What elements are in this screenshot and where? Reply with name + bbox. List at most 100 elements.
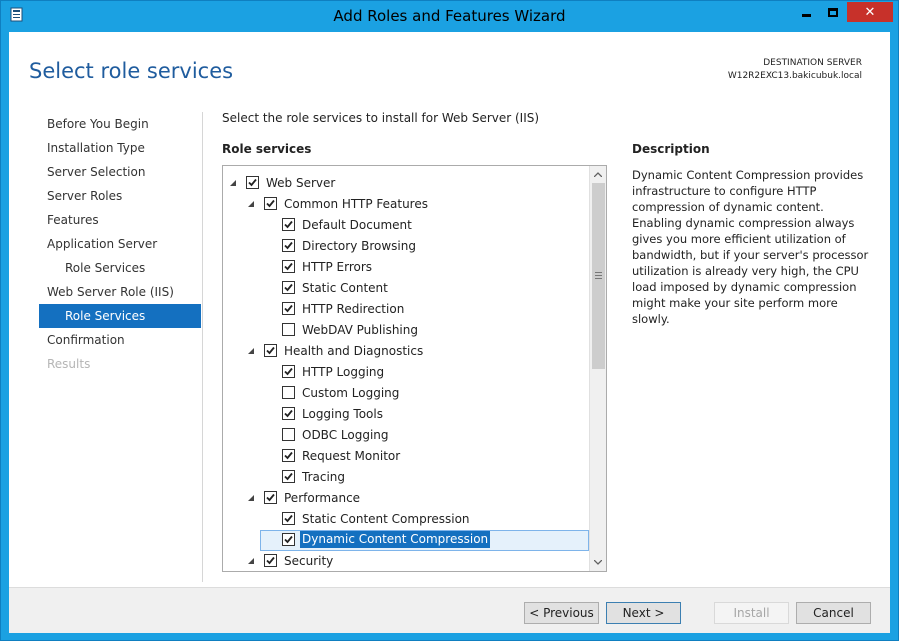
expand-toggle-icon[interactable]	[247, 494, 255, 502]
checkmark-icon	[284, 535, 293, 544]
tree-row[interactable]: WebDAV Publishing	[223, 320, 589, 341]
checkmark-icon	[266, 199, 275, 208]
tree-row[interactable]: Performance	[223, 488, 589, 509]
checkbox[interactable]	[264, 344, 277, 357]
tree-row[interactable]: Tracing	[223, 467, 589, 488]
nav-item[interactable]: Role Services	[39, 304, 201, 328]
checkbox[interactable]	[282, 449, 295, 462]
tree-row[interactable]: Static Content Compression	[223, 509, 589, 530]
expand-toggle-icon[interactable]	[247, 557, 255, 565]
minimize-button[interactable]	[793, 2, 819, 22]
nav-item[interactable]: Features	[39, 208, 201, 232]
checkbox[interactable]	[246, 176, 259, 189]
tree-item-label: Request Monitor	[302, 449, 401, 463]
destination-server-name: W12R2EXC13.bakicubuk.local	[727, 71, 862, 81]
checkbox[interactable]	[282, 365, 295, 378]
scroll-up-button[interactable]	[590, 166, 606, 183]
tree-row[interactable]: Health and Diagnostics	[223, 341, 589, 362]
checkbox[interactable]	[282, 302, 295, 315]
checkbox[interactable]	[282, 239, 295, 252]
checkmark-icon	[284, 241, 293, 250]
wizard-nav: Before You Begin Installation Type Server …	[39, 112, 201, 376]
tree-rows: Web Server Common HTTP Features Default Do…	[223, 166, 589, 571]
checkbox[interactable]	[264, 554, 277, 567]
checkbox[interactable]	[282, 218, 295, 231]
instruction-text: Select the role services to install for …	[222, 111, 540, 125]
checkbox[interactable]	[282, 407, 295, 420]
checkmark-icon	[266, 493, 275, 502]
tree-row[interactable]: ODBC Logging	[223, 425, 589, 446]
nav-divider	[202, 112, 203, 582]
checkmark-icon	[284, 409, 293, 418]
tree-row[interactable]: Web Server	[223, 173, 589, 194]
description-text: Dynamic Content Compression provides inf…	[632, 168, 869, 326]
checkmark-icon	[266, 556, 275, 565]
role-services-heading: Role services	[222, 142, 312, 156]
tree-row[interactable]: Static Content	[223, 278, 589, 299]
checkbox[interactable]	[282, 386, 295, 399]
tree-row[interactable]: Request Monitor	[223, 446, 589, 467]
checkmark-icon	[284, 220, 293, 229]
tree-row[interactable]: Logging Tools	[223, 404, 589, 425]
nav-item[interactable]: Server Selection	[39, 160, 201, 184]
checkmark-icon	[248, 178, 257, 187]
wizard-body: Select role services DESTINATION SERVER …	[9, 32, 890, 633]
nav-item[interactable]: Web Server Role (IIS)	[39, 280, 201, 304]
chevron-up-icon	[594, 172, 602, 177]
checkbox[interactable]	[282, 323, 295, 336]
tree-item-label: HTTP Logging	[302, 365, 385, 379]
tree-row[interactable]: HTTP Logging	[223, 362, 589, 383]
checkbox[interactable]	[282, 470, 295, 483]
scroll-thumb[interactable]	[592, 183, 605, 369]
checkmark-icon	[284, 514, 293, 523]
checkbox[interactable]	[282, 533, 295, 546]
checkmark-icon	[266, 346, 275, 355]
scroll-down-button[interactable]	[590, 554, 606, 571]
title-bar[interactable]: Add Roles and Features Wizard ✕	[1, 1, 898, 31]
checkbox[interactable]	[282, 260, 295, 273]
tree-row[interactable]: Directory Browsing	[223, 236, 589, 257]
maximize-button[interactable]	[820, 2, 846, 22]
tree-row[interactable]: Common HTTP Features	[223, 194, 589, 215]
expand-toggle-icon[interactable]	[247, 347, 255, 355]
tree-item-label: Health and Diagnostics	[284, 344, 424, 358]
previous-button[interactable]: < Previous	[524, 602, 599, 624]
close-button[interactable]: ✕	[847, 2, 893, 22]
checkbox[interactable]	[282, 512, 295, 525]
tree-item-label: HTTP Redirection	[302, 302, 405, 316]
next-button[interactable]: Next >	[606, 602, 681, 624]
tree-item-label: Performance	[284, 491, 361, 505]
tree-row[interactable]: HTTP Errors	[223, 257, 589, 278]
expand-toggle-icon[interactable]	[229, 179, 237, 187]
checkbox[interactable]	[264, 491, 277, 504]
checkbox[interactable]	[264, 197, 277, 210]
checkmark-icon	[284, 262, 293, 271]
install-button: Install	[714, 602, 789, 624]
page-title: Select role services	[29, 59, 234, 83]
tree-item-label: Static Content Compression	[302, 512, 470, 526]
expand-toggle-icon[interactable]	[247, 200, 255, 208]
minimize-icon	[801, 14, 811, 17]
tree-row[interactable]: Security	[223, 551, 589, 571]
tree-row[interactable]: HTTP Redirection	[223, 299, 589, 320]
tree-item-label: Static Content	[302, 281, 388, 295]
tree-row[interactable]: Default Document	[223, 215, 589, 236]
role-services-tree[interactable]: Web Server Common HTTP Features Default Do…	[222, 165, 607, 572]
nav-item[interactable]: Before You Begin	[39, 112, 201, 136]
nav-item[interactable]: Confirmation	[39, 328, 201, 352]
chevron-down-icon	[594, 560, 602, 565]
nav-item[interactable]: Application Server	[39, 232, 201, 256]
nav-item[interactable]: Installation Type	[39, 136, 201, 160]
tree-item-label: WebDAV Publishing	[302, 323, 418, 337]
tree-row[interactable]: Custom Logging	[223, 383, 589, 404]
checkbox[interactable]	[282, 428, 295, 441]
tree-scrollbar[interactable]	[589, 166, 606, 571]
destination-server-label: DESTINATION SERVER	[763, 58, 862, 68]
nav-item[interactable]: Server Roles	[39, 184, 201, 208]
tree-row[interactable]: Dynamic Content Compression	[223, 530, 589, 551]
cancel-button[interactable]: Cancel	[796, 602, 871, 624]
nav-item[interactable]: Role Services	[39, 256, 201, 280]
maximize-icon	[828, 7, 838, 17]
checkmark-icon	[284, 451, 293, 460]
checkbox[interactable]	[282, 281, 295, 294]
